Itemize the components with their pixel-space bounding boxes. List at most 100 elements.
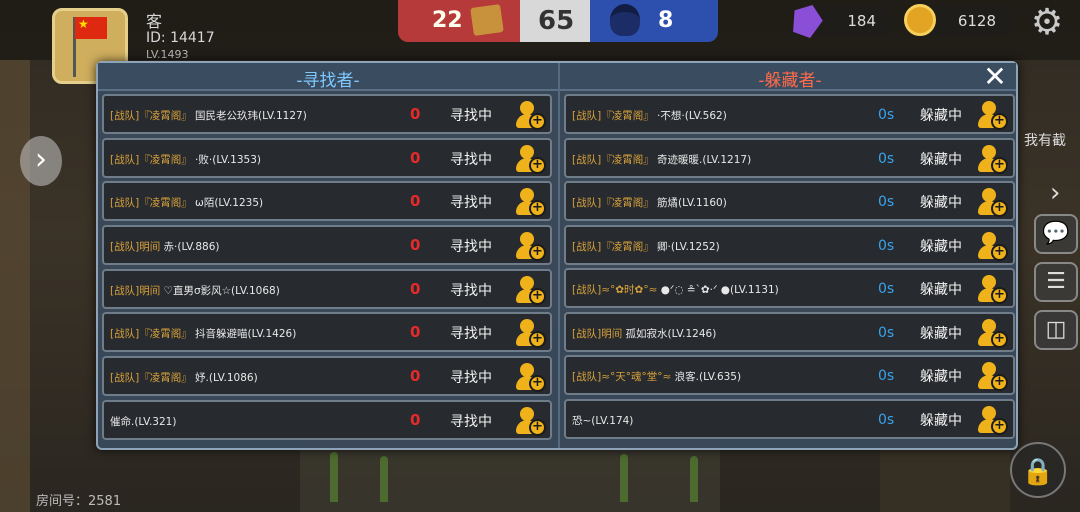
chat-bubble-icon[interactable]: 💬: [1034, 214, 1078, 254]
add-friend-icon[interactable]: +: [976, 274, 1008, 304]
coin-count: 6128: [957, 12, 996, 30]
seeker-row: [战队]明间 ♡直男σ影风☆(LV.1068) 0 寻找中 +: [102, 268, 552, 309]
add-friend-icon[interactable]: +: [514, 406, 546, 436]
round-timer: 65: [538, 6, 575, 36]
player-name: ●ᐟ◌ ≗`✿·ᐟ ●(LV.1131): [660, 284, 779, 296]
team-tag: [战队]≈°✿时✿°≈: [572, 284, 658, 296]
add-friend-icon[interactable]: +: [976, 187, 1008, 217]
team-tag: [战队]『凌霄阁』: [110, 328, 192, 341]
gem-counter[interactable]: 184: [796, 6, 894, 36]
player-name: 恐~(LV.174): [572, 414, 634, 427]
glasses-icon[interactable]: ◫: [1034, 310, 1078, 350]
player-name-label: [战队]『凌霄阁』 筋燏(LV.1160): [572, 195, 727, 210]
status-label: 寻找中: [450, 151, 492, 168]
player-name: 浪客.(LV.635): [674, 371, 742, 383]
modal-header: -寻找者- -躲藏者- ✕: [98, 61, 1016, 93]
team-tag: [战队]『凌霄阁』: [572, 110, 654, 122]
hider-row: [战队]『凌霄阁』 奇迹暖暖.(LV.1217) 0s 躲藏中 +: [564, 137, 1015, 178]
status-label: 寻找中: [450, 239, 492, 256]
found-count: 0: [410, 192, 421, 211]
add-friend-icon[interactable]: +: [976, 405, 1008, 435]
player-name-label: [战队]『凌霄阁』 ·不想·(LV.562): [572, 108, 727, 123]
player-name-label: [战队]明间 赤·(LV.886): [110, 239, 219, 254]
add-friend-icon[interactable]: +: [514, 100, 546, 130]
add-friend-icon[interactable]: +: [976, 144, 1008, 174]
player-name: 国民老公玖玮(LV.1127): [195, 110, 307, 122]
status-label: 寻找中: [450, 108, 492, 124]
player-name-label: 恐~(LV.174): [572, 413, 633, 428]
player-name-label: [战队]『凌霄阁』 妤.(LV.1086): [110, 370, 258, 385]
column-divider: [558, 63, 560, 448]
hider-row: [战队]『凌霄阁』 ·不想·(LV.562) 0s 躲藏中 +: [564, 94, 1015, 134]
add-friend-icon[interactable]: +: [976, 318, 1008, 348]
police-icon: [610, 4, 640, 36]
team-tag: [战队]『凌霄阁』: [110, 372, 192, 385]
player-name: 孤如寂水(LV.1246): [625, 327, 717, 340]
add-friend-icon[interactable]: +: [514, 318, 546, 349]
hide-time: 0s: [878, 237, 895, 254]
player-name-label: 催命.(LV.321): [110, 414, 176, 429]
player-name-label: [战队]≈°✿时✿°≈ ●ᐟ◌ ≗`✿·ᐟ ●(LV.1131): [572, 282, 779, 297]
chevron-right-icon[interactable]: ›: [1050, 178, 1060, 208]
found-count: 0: [410, 323, 421, 342]
hide-time: 0s: [878, 194, 895, 210]
team-tag: [战队]『凌霄阁』: [110, 110, 192, 122]
add-friend-icon[interactable]: +: [514, 275, 546, 305]
status-label: 寻找中: [450, 413, 492, 430]
team-tag: [战队]『凌霄阁』: [572, 240, 654, 253]
hider-row: [战队]≈°天°魂°堂°≈ 浪客.(LV.635) 0s 躲藏中 +: [564, 355, 1015, 395]
status-label: 躲藏中: [920, 195, 962, 211]
hide-time: 0s: [878, 281, 895, 297]
player-name-label: [战队]『凌霄阁』 卿·(LV.1252): [572, 239, 720, 254]
player-name-label: [战队]≈°天°魂°堂°≈ 浪客.(LV.635): [572, 369, 741, 384]
blue-team-score-panel: 8: [590, 0, 718, 42]
expand-left-arrow-icon[interactable]: ›: [20, 136, 62, 186]
player-level: LV.1493: [146, 48, 189, 61]
hider-row: [战队]≈°✿时✿°≈ ●ᐟ◌ ≗`✿·ᐟ ●(LV.1131) 0s 躲藏中 …: [564, 268, 1015, 308]
add-friend-icon[interactable]: +: [976, 100, 1008, 130]
status-label: 寻找中: [450, 326, 492, 343]
player-id: ID: 14417: [146, 30, 215, 46]
status-label: 躲藏中: [920, 412, 962, 429]
close-icon[interactable]: ✕: [978, 61, 1012, 93]
add-friend-icon[interactable]: +: [514, 231, 546, 262]
seeker-list: [战队]『凌霄阁』 国民老公玖玮(LV.1127) 0 寻找中 + [战队]『凌…: [102, 94, 554, 444]
side-chat-text: 我有截: [1024, 133, 1066, 149]
player-name: ω陌(LV.1235): [195, 197, 264, 210]
status-label: 躲藏中: [920, 282, 962, 298]
document-icon[interactable]: ☰: [1034, 262, 1078, 302]
red-team-score-panel: 22: [398, 0, 520, 42]
add-friend-icon[interactable]: +: [514, 187, 546, 218]
found-count: 0: [410, 105, 421, 123]
round-timer-panel: 65: [520, 0, 590, 42]
status-label: 躲藏中: [920, 325, 962, 342]
found-count: 0: [410, 236, 421, 255]
hider-list: [战队]『凌霄阁』 ·不想·(LV.562) 0s 躲藏中 + [战队]『凌霄阁…: [564, 94, 1016, 442]
add-friend-icon[interactable]: +: [514, 362, 546, 393]
gear-icon[interactable]: ⚙: [1028, 4, 1066, 42]
player-name: 卿·(LV.1252): [657, 240, 720, 253]
found-count: 0: [410, 279, 421, 298]
status-label: 寻找中: [450, 370, 492, 387]
room-number: 房间号：2581: [36, 494, 122, 509]
team-tag: [战队]『凌霄阁』: [572, 197, 654, 209]
found-count: 0: [410, 410, 421, 429]
player-name: 抖音躲避喵(LV.1426): [195, 328, 297, 341]
team-tag: [战队]明间: [110, 284, 161, 297]
scene-plant: [380, 456, 388, 502]
coin-counter[interactable]: 6128: [904, 4, 1014, 36]
hider-row: [战队]明间 孤如寂水(LV.1246) 0s 躲藏中 +: [564, 311, 1015, 352]
hide-time: 0s: [878, 368, 895, 384]
lock-icon[interactable]: 🔒: [1010, 442, 1066, 498]
hide-time: 0s: [878, 150, 895, 167]
scene-wall: [0, 60, 30, 512]
status-label: 躲藏中: [920, 369, 962, 385]
team-tag: [战队]明间: [572, 327, 623, 340]
add-friend-icon[interactable]: +: [976, 361, 1008, 391]
add-friend-icon[interactable]: +: [976, 231, 1008, 261]
team-tag: [战队]≈°天°魂°堂°≈: [572, 371, 672, 383]
add-friend-icon[interactable]: +: [514, 144, 546, 174]
hider-row: [战队]『凌霄阁』 卿·(LV.1252) 0s 躲藏中 +: [564, 224, 1015, 265]
gem-count: 184: [847, 12, 876, 30]
status-label: 躲藏中: [920, 151, 962, 168]
